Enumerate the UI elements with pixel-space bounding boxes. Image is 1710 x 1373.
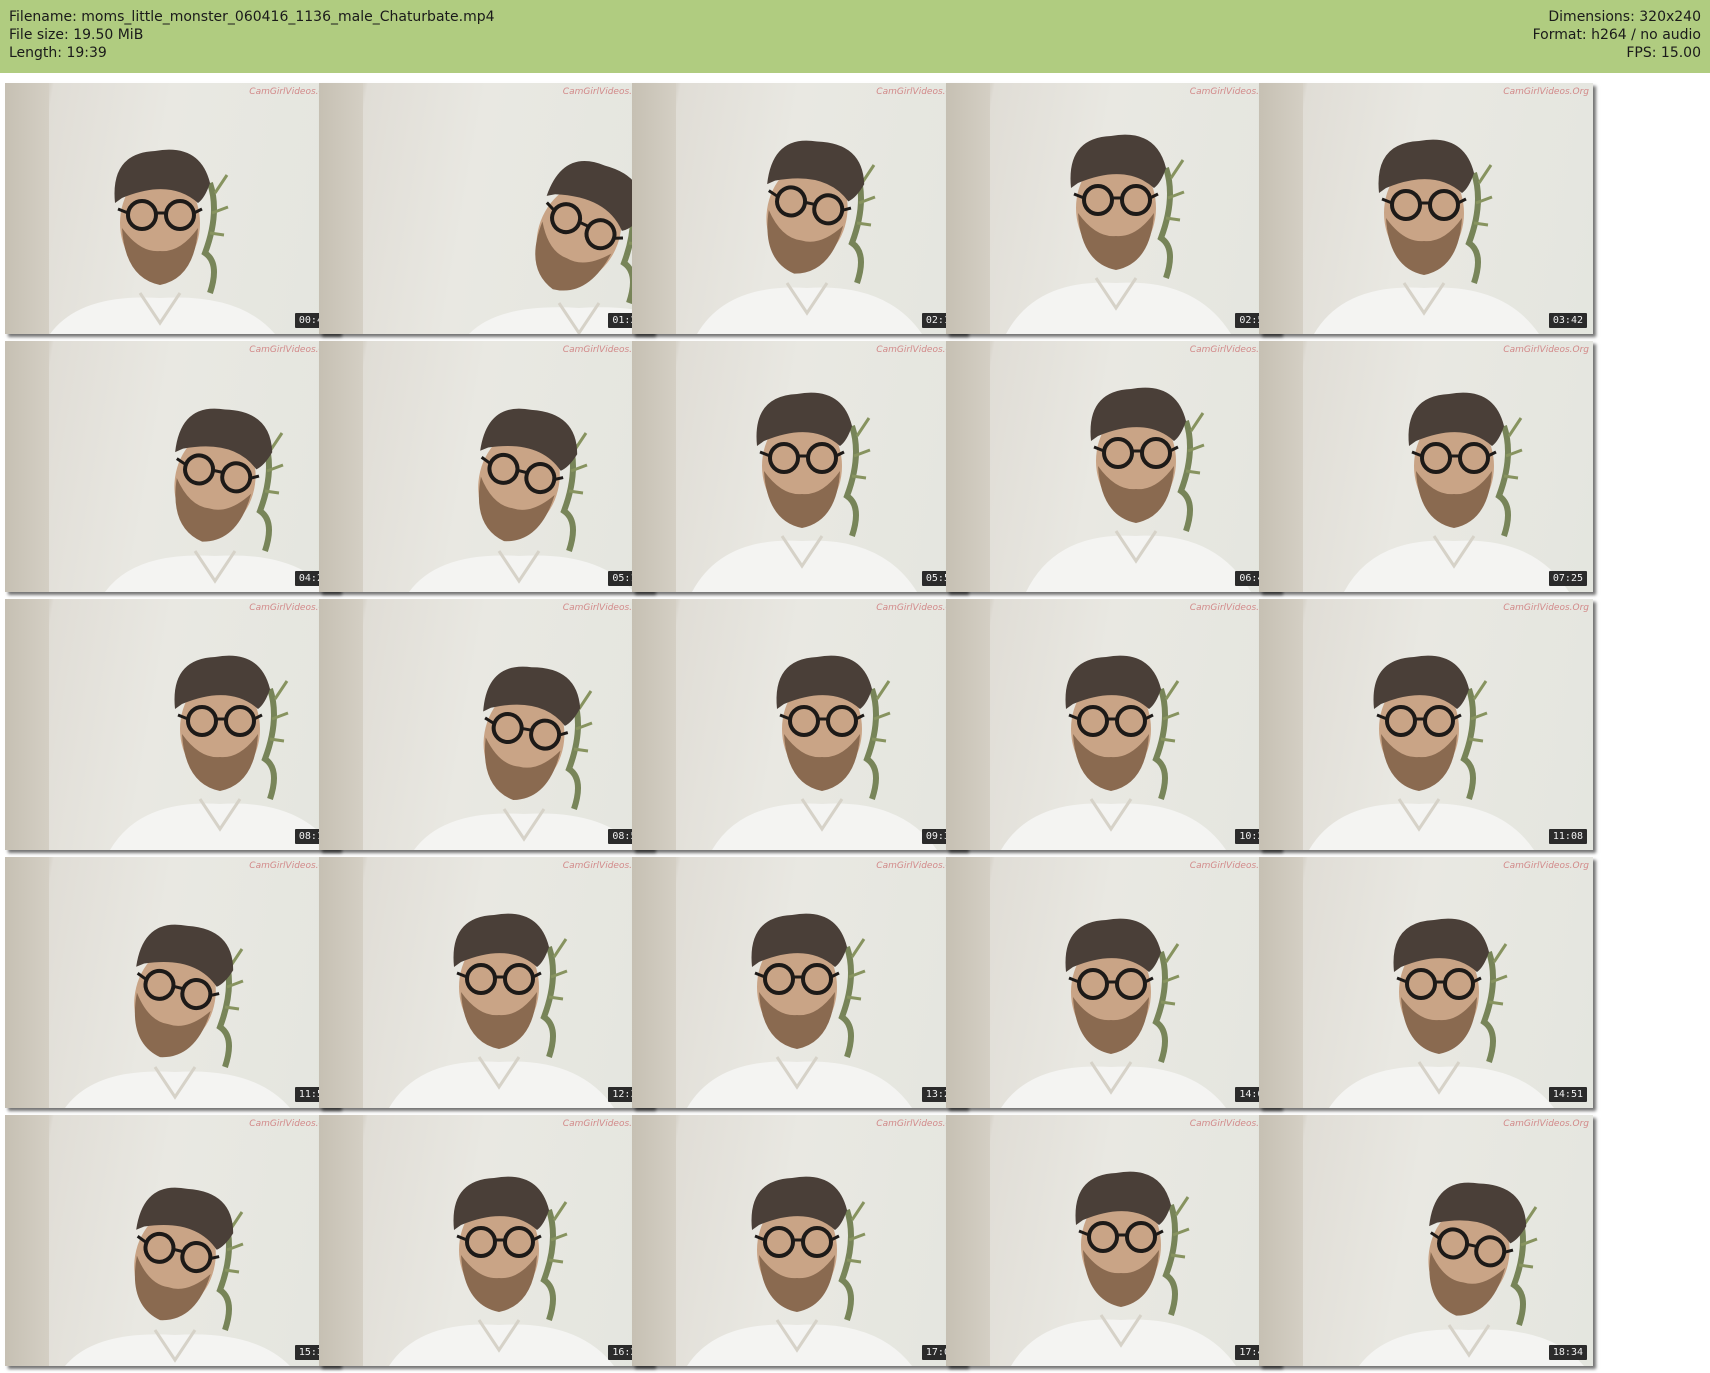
thumbnail-frame: CamGirlVideos.Org 12:37 — [318, 857, 653, 1108]
thumbnail-frame: CamGirlVideos.Org 17:49 — [945, 1115, 1280, 1366]
thumbnail-frame: CamGirlVideos.Org 11:53 — [5, 857, 339, 1108]
thumbnail-frame: CamGirlVideos.Org 08:54 — [318, 599, 653, 850]
timestamp-badge: 14:51 — [1548, 1087, 1587, 1102]
thumbnail-frame: CamGirlVideos.Org 09:39 — [632, 599, 966, 850]
thumbnail-frame: CamGirlVideos.Org 15:35 — [5, 1115, 339, 1366]
info-right: Dimensions: 320x240 Format: h264 / no au… — [1533, 8, 1701, 62]
timestamp-badge: 18:34 — [1548, 1345, 1587, 1360]
watermark-text: CamGirlVideos.Org — [1503, 861, 1589, 871]
thumbnail-frame: CamGirlVideos.Org 18:34 — [1259, 1115, 1593, 1366]
thumbnail-frame: CamGirlVideos.Org 00:44 — [5, 83, 339, 334]
thumbnail-frame: CamGirlVideos.Org 16:20 — [318, 1115, 653, 1366]
thumbnail-frame: CamGirlVideos.Org 08:10 — [5, 599, 339, 850]
watermark-text: CamGirlVideos.Org — [1503, 603, 1589, 613]
thumbnail-frame: CamGirlVideos.Org 04:27 — [5, 341, 339, 592]
info-left: Filename: moms_little_monster_060416_113… — [9, 8, 495, 62]
thumbnail-frame: CamGirlVideos.Org 05:56 — [632, 341, 966, 592]
watermark-text: CamGirlVideos.Org — [1503, 87, 1589, 97]
thumbnail-frame: CamGirlVideos.Org 06:41 — [945, 341, 1280, 592]
thumbnail-frame: CamGirlVideos.Org 05:11 — [318, 341, 653, 592]
info-header: Filename: moms_little_monster_060416_113… — [0, 0, 1710, 73]
filename-text: Filename: moms_little_monster_060416_113… — [9, 9, 495, 25]
thumbnail-frame: CamGirlVideos.Org 17:05 — [632, 1115, 966, 1366]
thumbnail-frame: CamGirlVideos.Org 02:58 — [945, 83, 1280, 334]
timestamp-badge: 03:42 — [1548, 313, 1587, 328]
timestamp-badge: 07:25 — [1548, 571, 1587, 586]
thumbnail-frame: CamGirlVideos.Org 07:25 — [1259, 341, 1593, 592]
format-text: Format: h264 / no audio — [1532, 27, 1701, 43]
thumbnail-frame: CamGirlVideos.Org 14:51 — [1259, 857, 1593, 1108]
thumbnail-grid: CamGirlVideos.Org 00:44 CamGirlVideos.Org… — [0, 73, 1710, 1373]
thumbnail-frame: CamGirlVideos.Org 14:06 — [945, 857, 1280, 1108]
timestamp-badge: 11:08 — [1548, 829, 1587, 844]
thumbnail-frame: CamGirlVideos.Org 03:42 — [1259, 83, 1593, 334]
thumbnail-frame: CamGirlVideos.Org 01:29 — [318, 83, 653, 334]
filesize-text: File size: 19.50 MiB — [9, 27, 144, 43]
fps-text: FPS: 15.00 — [1626, 45, 1701, 61]
thumbnail-frame: CamGirlVideos.Org 11:08 — [1259, 599, 1593, 850]
thumbnail-frame: CamGirlVideos.Org 10:23 — [945, 599, 1280, 850]
dimensions-text: Dimensions: 320x240 — [1548, 9, 1701, 25]
thumbnail-frame: CamGirlVideos.Org 13:22 — [632, 857, 966, 1108]
thumbnail-frame: CamGirlVideos.Org 02:13 — [632, 83, 966, 334]
watermark-text: CamGirlVideos.Org — [1503, 345, 1589, 355]
watermark-text: CamGirlVideos.Org — [1503, 1119, 1589, 1129]
length-text: Length: 19:39 — [9, 45, 107, 61]
